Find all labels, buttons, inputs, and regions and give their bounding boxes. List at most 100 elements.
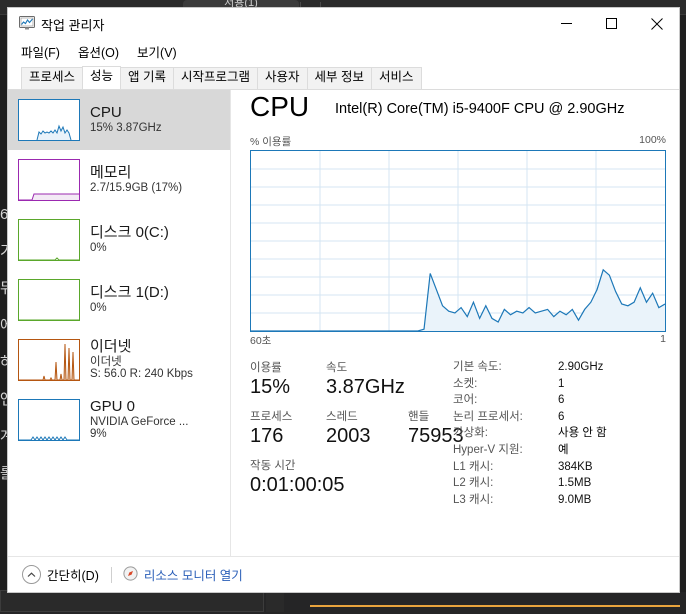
spec-key-base-speed: 기본 속도:	[453, 361, 502, 373]
background-bottom-box-small	[266, 592, 284, 612]
sidebar-text-ethernet: 이더넷 이더넷 S: 56.0 R: 240 Kbps	[90, 339, 193, 382]
spec-row-logical-processors: 논리 프로세서: 6	[453, 409, 671, 426]
sidebar-sub-disk-0: 0%	[90, 241, 107, 254]
stat-label-speed: 속도	[326, 362, 348, 374]
cpu-model-name: Intel(R) Core(TM) i5-9400F CPU @ 2.90GHz	[335, 101, 625, 117]
tab-app-history[interactable]: 앱 기록	[120, 67, 175, 89]
task-manager-window: 작업 관리자 파일(F) 옵션(O) 보기(V) 프로세스 성능 앱 기록 시작…	[7, 7, 680, 593]
sidebar-item-gpu-0[interactable]: GPU 0 NVIDIA GeForce ... 9%	[8, 390, 230, 450]
fewer-details-button[interactable]: 간단히(D)	[22, 565, 99, 584]
stat-value-threads: 2003	[326, 425, 371, 447]
fewer-details-label: 간단히(D)	[47, 569, 99, 583]
sidebar-title-gpu-0: GPU 0	[90, 398, 136, 415]
stat-values-utilization: 15% 3.87GHz	[250, 375, 460, 399]
window-title: 작업 관리자	[41, 18, 105, 33]
sidebar-item-disk-0[interactable]: 디스크 0(C:) 0%	[8, 210, 230, 270]
sidebar-title-memory: 메모리	[90, 165, 132, 182]
stat-values-uptime: 0:01:00:05	[250, 473, 460, 497]
spec-value-l3-cache: 9.0MB	[558, 493, 592, 506]
tab-services[interactable]: 서비스	[371, 67, 422, 89]
close-button[interactable]	[634, 8, 679, 39]
stat-value-speed: 3.87GHz	[326, 376, 405, 398]
cpu-stats-left: 이용률 속도 15% 3.87GHz 프로세스 스레드 핸들 176 2003 …	[250, 359, 464, 506]
spec-row-cores: 코어: 6	[453, 392, 671, 409]
status-bar: 간단히(D) 리소스 모니터 열기	[8, 556, 679, 592]
spec-row-sockets: 소켓: 1	[453, 376, 671, 393]
spec-row-virtualization: 가상화: 사용 안 함	[453, 425, 671, 442]
stat-labels-uptime: 작동 시간	[250, 457, 460, 473]
stat-value-uptime: 0:01:00:05	[250, 474, 345, 496]
cpu-usage-chart-svg	[251, 151, 665, 331]
spec-row-base-speed: 기본 속도: 2.90GHz	[453, 359, 671, 376]
stat-label-threads: 스레드	[326, 411, 358, 423]
maximize-button[interactable]	[589, 8, 634, 39]
cpu-usage-chart[interactable]	[250, 150, 666, 332]
tab-performance[interactable]: 성능	[82, 66, 122, 89]
cpu-specs: 기본 속도: 2.90GHz 소켓: 1 코어: 6 논리 프로세서: 6 가상…	[453, 359, 671, 508]
sidebar-item-memory[interactable]: 메모리 2.7/15.9GB (17%)	[8, 150, 230, 210]
page-title: CPU	[250, 91, 310, 122]
tab-startup[interactable]: 시작프로그램	[173, 67, 259, 89]
cpu-detail-panel: CPU Intel(R) Core(TM) i5-9400F CPU @ 2.9…	[231, 90, 679, 580]
cpu-header: CPU Intel(R) Core(TM) i5-9400F CPU @ 2.9…	[231, 90, 679, 134]
spec-value-logical-processors: 6	[558, 410, 565, 423]
spec-value-hyper-v: 예	[558, 443, 569, 456]
background-accent-bar	[310, 605, 680, 607]
spec-row-l3-cache: L3 캐시: 9.0MB	[453, 492, 671, 509]
title-bar: 작업 관리자	[8, 8, 679, 39]
sidebar-item-cpu[interactable]: CPU 15% 3.87GHz	[8, 90, 230, 150]
chart-axis-labels: % 이용률 100%	[250, 134, 666, 150]
spec-key-sockets: 소켓:	[453, 377, 478, 390]
window-controls	[544, 8, 679, 39]
sidebar-title-cpu: CPU	[90, 105, 122, 122]
spec-value-base-speed: 2.90GHz	[558, 361, 604, 373]
spec-key-l3-cache: L3 캐시:	[453, 493, 494, 506]
tab-strip: 프로세스 성능 앱 기록 시작프로그램 사용자 세부 정보 서비스	[8, 66, 679, 90]
menu-item-file[interactable]: 파일(F)	[21, 42, 60, 61]
spec-key-l2-cache: L2 캐시:	[453, 477, 494, 490]
spec-value-l2-cache: 1.5MB	[558, 477, 592, 490]
spec-row-l1-cache: L1 캐시: 384KB	[453, 459, 671, 476]
stat-value-utilization: 15%	[250, 376, 291, 398]
cpu-stats: 이용률 속도 15% 3.87GHz 프로세스 스레드 핸들 176 2003 …	[231, 359, 679, 529]
tab-users[interactable]: 사용자	[257, 67, 308, 89]
resource-sidebar: CPU 15% 3.87GHz 메모리 2.7/15.9GB (17%) 디스크…	[8, 90, 230, 580]
menu-item-options[interactable]: 옵션(O)	[78, 42, 119, 61]
close-icon	[650, 17, 663, 30]
tab-processes[interactable]: 프로세스	[21, 67, 84, 89]
sidebar-thumb-disk-1	[18, 279, 80, 321]
stat-label-utilization: 이용률	[250, 362, 282, 374]
spec-key-cores: 코어:	[453, 394, 478, 407]
sidebar-sub-disk-1: 0%	[90, 301, 107, 314]
task-manager-icon	[19, 16, 35, 30]
sidebar-sub-cpu: 15% 3.87GHz	[90, 121, 162, 134]
chart-ylabel: % 이용률	[250, 136, 292, 148]
menu-item-view[interactable]: 보기(V)	[137, 42, 177, 61]
sidebar-text-disk-1: 디스크 1(D:) 0%	[90, 285, 169, 315]
stat-values-processes: 176 2003 75953	[250, 424, 464, 448]
chart-time-start: 60초	[250, 335, 272, 347]
sidebar-sub2-ethernet: S: 56.0 R: 240 Kbps	[90, 368, 193, 381]
tab-details[interactable]: 세부 정보	[306, 67, 373, 89]
spec-value-cores: 6	[558, 394, 565, 407]
open-resource-monitor-link[interactable]: 리소스 모니터 열기	[123, 565, 243, 584]
sidebar-item-ethernet[interactable]: 이더넷 이더넷 S: 56.0 R: 240 Kbps	[8, 330, 230, 390]
sidebar-thumb-memory	[18, 159, 80, 201]
sidebar-text-cpu: CPU 15% 3.87GHz	[90, 105, 162, 135]
chart-time-end: 1	[660, 333, 666, 345]
sidebar-item-disk-1[interactable]: 디스크 1(D:) 0%	[8, 270, 230, 330]
sidebar-sub-gpu-0: NVIDIA GeForce ...	[90, 415, 189, 428]
sidebar-text-gpu-0: GPU 0 NVIDIA GeForce ... 9%	[90, 399, 188, 442]
spec-key-virtualization: 가상화:	[453, 427, 488, 440]
spec-value-l1-cache: 384KB	[558, 460, 593, 473]
sidebar-thumb-cpu	[18, 99, 80, 141]
content-area: CPU 15% 3.87GHz 메모리 2.7/15.9GB (17%) 디스크…	[8, 90, 679, 580]
spec-key-l1-cache: L1 캐시:	[453, 460, 494, 473]
spec-row-l2-cache: L2 캐시: 1.5MB	[453, 475, 671, 492]
stat-labels-utilization: 이용률 속도	[250, 359, 460, 375]
footer-divider	[110, 566, 112, 583]
chart-ymax-label: 100%	[639, 134, 666, 146]
spec-key-logical-processors: 논리 프로세서:	[453, 410, 523, 423]
sidebar-thumb-ethernet	[18, 339, 80, 381]
minimize-button[interactable]	[544, 8, 589, 39]
